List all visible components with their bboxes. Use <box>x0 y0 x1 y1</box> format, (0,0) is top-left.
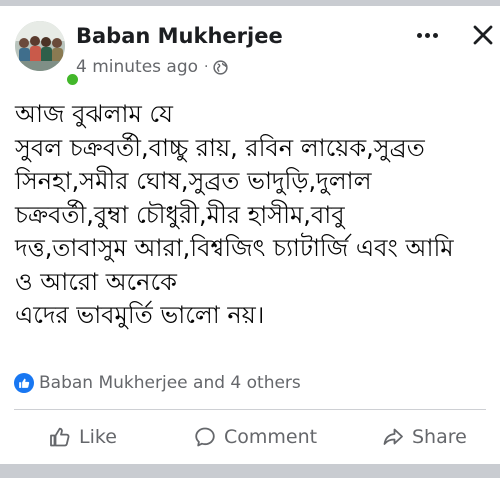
comment-button[interactable]: Comment <box>193 417 317 457</box>
like-reaction-icon <box>14 373 34 393</box>
post-text: আজ বুঝলাম যে সুবল চক্রবর্তী,বাচ্চু রায়,… <box>15 98 495 333</box>
close-button[interactable] <box>470 22 496 48</box>
post-text-line: ও আরো অনেকে <box>15 267 177 296</box>
close-icon <box>473 25 493 45</box>
post-text-line: চক্রবর্তী,বুম্বা চৌধুরী,মীর হাসীম,বাবু <box>15 200 345 229</box>
post-text-line: আজ বুঝলাম যে <box>15 100 173 128</box>
post-author-name[interactable]: Baban Mukherjee <box>76 24 283 48</box>
globe-icon <box>212 59 228 75</box>
post-text-line: সিনহা,সমীর ঘোষ,সুব্রত ভাদুড়ি,দুলাল <box>15 167 372 195</box>
more-dot-icon <box>424 32 430 38</box>
comment-bubble-icon <box>195 427 215 447</box>
reactions-summary[interactable]: Baban Mukherjee and 4 others <box>14 371 301 395</box>
post-meta: 4 minutes ago · <box>76 57 228 77</box>
comment-label: Comment <box>224 426 318 448</box>
actions-divider <box>14 409 486 410</box>
reactions-text: Baban Mukherjee and 4 others <box>39 373 301 393</box>
post-text-line: দত্ত,তাবাসুম আরা,বিশ্বজিৎ চ্যাটার্জি এবং… <box>15 234 454 262</box>
like-label: Like <box>79 426 117 448</box>
more-dot-icon <box>432 32 438 38</box>
avatar[interactable] <box>15 21 80 87</box>
meta-separator-dot: · <box>204 59 209 75</box>
post-text-line: সুবল চক্রবর্তী,বাচ্চু রায়, রবিন লায়েক,… <box>15 133 425 162</box>
post-header: Baban Mukherjee 4 minutes ago · <box>0 6 500 90</box>
share-button[interactable]: Share <box>381 417 467 457</box>
thumbs-up-icon <box>50 427 70 447</box>
like-button[interactable]: Like <box>48 417 117 457</box>
post-text-line: এদের ভাবমুর্তি ভালো নয়। <box>15 301 265 329</box>
bottom-separator-bar <box>0 464 500 478</box>
share-label: Share <box>412 426 467 448</box>
post-timestamp[interactable]: 4 minutes ago <box>76 57 198 77</box>
post-actions-bar: Like Comment Share <box>0 417 500 457</box>
more-dot-icon <box>416 32 422 38</box>
share-arrow-icon <box>383 428 403 445</box>
avatar-group-photo <box>15 21 65 71</box>
more-options-button[interactable] <box>412 22 442 48</box>
